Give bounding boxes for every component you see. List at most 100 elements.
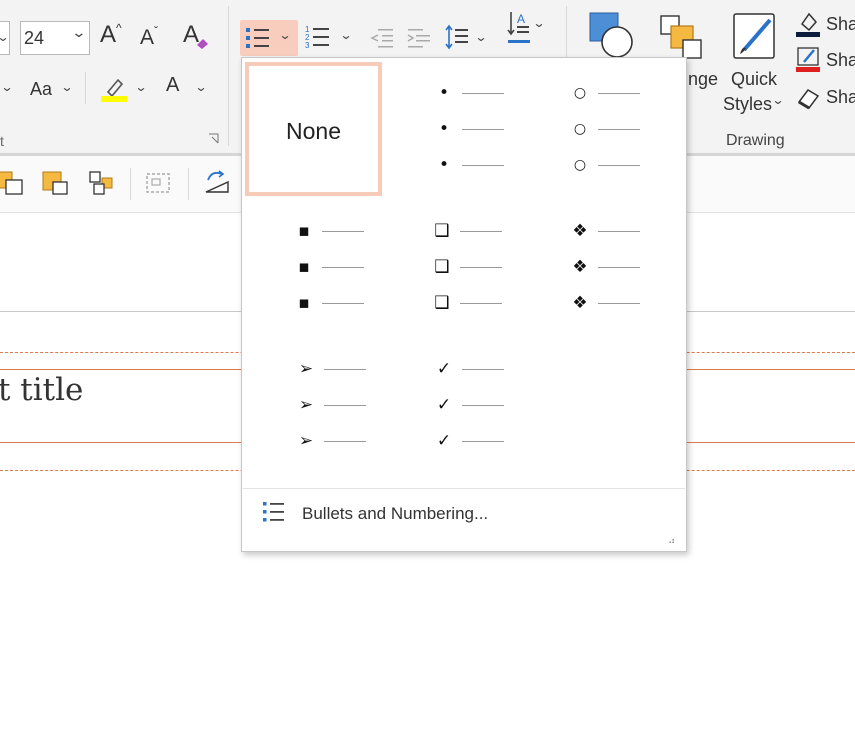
- increase-indent-icon[interactable]: [407, 27, 431, 49]
- svg-text:3: 3: [305, 41, 310, 50]
- bullet-option-hollow-round[interactable]: ○ ○ ○: [530, 68, 668, 198]
- shape-effects-icon: [797, 89, 820, 110]
- slide-title[interactable]: t title: [0, 372, 83, 408]
- group-separator: [228, 6, 229, 146]
- numbering-icon: 1 2 3: [305, 25, 329, 50]
- preview-line: [598, 129, 640, 130]
- rotate-icon[interactable]: [202, 168, 232, 196]
- decrease-indent-icon[interactable]: [370, 27, 394, 49]
- arrange-label[interactable]: nge: [688, 69, 718, 89]
- star-diamond-bullet-icon: ❖: [572, 221, 588, 241]
- separator: [188, 168, 189, 200]
- bullet-option-checkmark[interactable]: ✓ ✓ ✓: [392, 342, 530, 472]
- bullets-and-numbering-label: Bullets and Numbering...: [302, 504, 489, 523]
- font-color-label: A: [166, 74, 180, 96]
- preview-line: [598, 267, 640, 268]
- quick-styles-label-2[interactable]: Styles: [723, 94, 772, 114]
- bullet-option-star-diamond[interactable]: ❖ ❖ ❖: [530, 205, 668, 335]
- preview-line: [322, 267, 364, 268]
- checkmark-bullet-icon: ✓: [436, 395, 452, 415]
- bullets-icon: [246, 28, 269, 48]
- hollow-square-bullet-icon: ❑: [434, 221, 450, 241]
- shrink-font-label: A: [140, 26, 155, 49]
- bullet-option-none[interactable]: None: [245, 62, 382, 196]
- bullets-button[interactable]: ⌄: [240, 20, 298, 56]
- line-spacing-icon: [445, 24, 468, 50]
- bullet-option-arrow[interactable]: ➢ ➢ ➢: [254, 342, 392, 472]
- clear-formatting-button[interactable]: A: [183, 22, 213, 52]
- text-direction-button[interactable]: A ⌄: [506, 10, 550, 54]
- highlighter-icon: [101, 78, 127, 102]
- bullet-option-filled-round[interactable]: • • •: [392, 68, 530, 198]
- bullet-option-hollow-square[interactable]: ❑ ❑ ❑: [392, 205, 530, 335]
- change-case-label: Aa: [30, 79, 53, 99]
- font-name-chevron-icon[interactable]: ⌄: [0, 30, 10, 44]
- checkmark-bullet-icon: ✓: [436, 359, 452, 379]
- separator: [85, 72, 86, 104]
- numbering-button[interactable]: 1 2 3 ⌄: [305, 24, 355, 54]
- text-direction-chevron-icon[interactable]: ⌄: [532, 16, 545, 30]
- font-color-chevron-icon[interactable]: ⌄: [194, 80, 207, 94]
- svg-text:A: A: [517, 12, 525, 26]
- preview-line: [460, 231, 502, 232]
- row2-chevron-icon[interactable]: ⌄: [0, 80, 13, 94]
- drawing-group-label: Drawing: [726, 132, 785, 149]
- grow-font-button[interactable]: A^: [100, 21, 122, 48]
- preview-line: [462, 165, 504, 166]
- filled-square-bullet-icon: ▪: [298, 221, 310, 241]
- line-spacing-button[interactable]: ⌄: [444, 24, 490, 52]
- preview-line: [324, 369, 366, 370]
- quick-styles-label-1[interactable]: Quick: [731, 69, 777, 89]
- arrange-icon[interactable]: [659, 14, 705, 60]
- preview-line: [324, 441, 366, 442]
- highlight-chevron-icon[interactable]: ⌄: [134, 80, 147, 94]
- font-size-value[interactable]: 24: [24, 28, 44, 48]
- preview-line: [462, 93, 504, 94]
- shrink-font-button[interactable]: Aˇ: [140, 24, 158, 50]
- dialog-launcher-icon[interactable]: [208, 132, 220, 144]
- menu-separator: [243, 488, 685, 489]
- pen-icon: [796, 47, 820, 72]
- eraser-icon: [197, 39, 208, 49]
- shape-outline-label: Sha: [826, 50, 855, 70]
- hollow-round-bullet-icon: ○: [573, 85, 587, 101]
- shape-effects-label: Sha: [826, 87, 855, 107]
- font-color-button[interactable]: A: [166, 75, 179, 95]
- hollow-round-bullet-icon: ○: [573, 121, 587, 137]
- star-diamond-bullet-icon: ❖: [572, 257, 588, 277]
- bullets-chevron-icon[interactable]: ⌄: [278, 28, 291, 42]
- preview-line: [598, 231, 640, 232]
- bring-forward-icon[interactable]: [0, 170, 24, 196]
- group-objects-icon[interactable]: [144, 170, 172, 196]
- change-case-button[interactable]: Aa: [30, 79, 52, 99]
- numbering-chevron-icon[interactable]: ⌄: [339, 28, 352, 42]
- selection-pane-icon[interactable]: [88, 170, 116, 196]
- filled-square-bullet-icon: ▪: [298, 257, 310, 277]
- shape-outline-button[interactable]: Sha: [796, 46, 855, 76]
- preview-line: [598, 93, 640, 94]
- quick-styles-icon[interactable]: [732, 12, 780, 62]
- star-diamond-bullet-icon: ❖: [572, 293, 588, 313]
- arrow-bullet-icon: ➢: [298, 395, 314, 415]
- separator: [130, 168, 131, 200]
- shape-effects-button[interactable]: Sha: [796, 84, 855, 114]
- grow-font-label: A: [100, 21, 117, 48]
- filled-square-bullet-icon: ▪: [298, 293, 310, 313]
- bullets-and-numbering-menu-item[interactable]: Bullets and Numbering...: [255, 497, 675, 531]
- resize-grip-icon[interactable]: ⠴: [668, 536, 675, 547]
- filled-round-bullet-icon: •: [438, 119, 450, 139]
- highlight-button[interactable]: [100, 74, 128, 104]
- font-size-box[interactable]: 24 ⌄: [20, 21, 90, 55]
- font-size-chevron-icon[interactable]: ⌄: [71, 24, 86, 41]
- shapes-icon[interactable]: [589, 12, 637, 60]
- shape-fill-button[interactable]: Sha: [796, 10, 855, 40]
- line-spacing-chevron-icon[interactable]: ⌄: [474, 30, 487, 44]
- hollow-round-bullet-icon: ○: [573, 157, 587, 173]
- quick-styles-chevron-icon[interactable]: ⌄: [771, 93, 784, 107]
- paint-bucket-icon: [796, 12, 820, 37]
- bullet-option-filled-square[interactable]: ▪ ▪ ▪: [254, 205, 392, 335]
- send-backward-icon[interactable]: [41, 170, 69, 196]
- preview-line: [460, 303, 502, 304]
- caret-down-icon: ˇ: [154, 24, 159, 38]
- change-case-chevron-icon[interactable]: ⌄: [60, 80, 73, 94]
